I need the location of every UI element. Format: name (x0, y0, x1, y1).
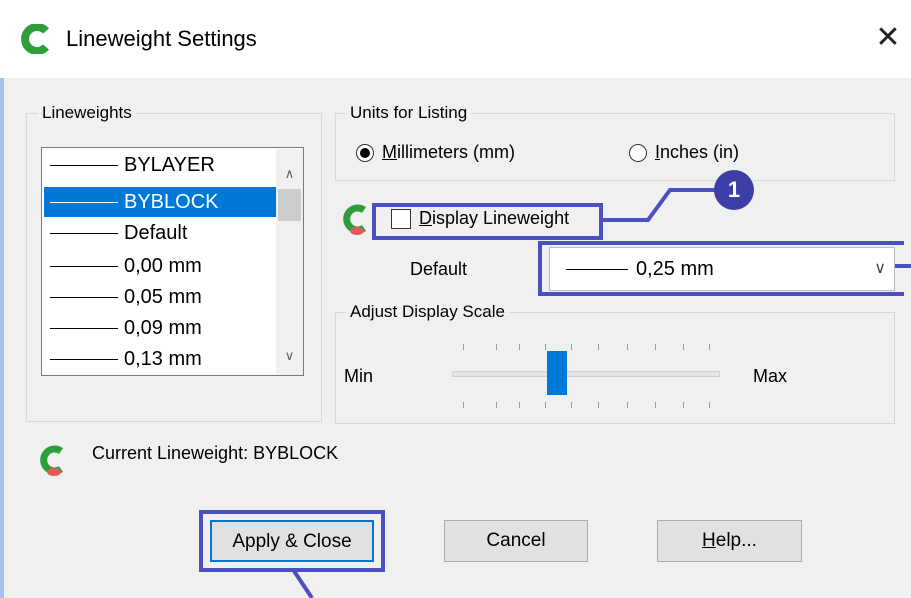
lineweights-legend: Lineweights (38, 103, 136, 123)
annotation-connector-apply (292, 571, 314, 598)
scale-group (335, 312, 895, 424)
list-item[interactable]: 0,00 mm (44, 251, 276, 281)
list-scrollbar[interactable]: ∧ ∨ (276, 149, 303, 375)
list-item[interactable]: BYLAYER (44, 150, 276, 180)
inches-radio[interactable] (629, 144, 647, 162)
slider-tick (683, 402, 684, 408)
cancel-button[interactable]: Cancel (444, 520, 588, 562)
slider-tick (683, 344, 684, 350)
slider-tick (496, 402, 497, 408)
slider-tick (655, 344, 656, 350)
slider-tick (519, 402, 520, 408)
list-item[interactable]: 0,05 mm (44, 282, 276, 312)
slider-tick (709, 402, 710, 408)
scroll-up-icon[interactable]: ∧ (276, 161, 303, 187)
close-icon[interactable]: ✕ (870, 20, 906, 56)
annotation-highlight-apply (199, 510, 385, 572)
units-legend: Units for Listing (346, 103, 472, 123)
list-item[interactable]: 0,13 mm (44, 344, 276, 374)
slider-tick (571, 344, 572, 350)
scale-legend: Adjust Display Scale (346, 302, 509, 322)
window-frame (0, 78, 4, 598)
slider-tick (598, 344, 599, 350)
max-label: Max (753, 366, 788, 386)
default-label: Default (410, 259, 468, 279)
current-lineweight: Current Lineweight: BYBLOCK (92, 443, 339, 463)
millimeters-radio[interactable] (356, 144, 374, 162)
list-item[interactable]: 0,09 mm (44, 313, 276, 343)
app-logo-icon (21, 24, 49, 54)
slider-tick (463, 344, 464, 350)
min-label: Min (344, 366, 374, 386)
list-item[interactable]: Default (44, 218, 276, 248)
scale-slider-thumb[interactable] (547, 351, 567, 395)
slider-tick (463, 402, 464, 408)
slider-tick (496, 344, 497, 350)
help-button[interactable]: Help... (657, 520, 802, 562)
slider-tick (545, 402, 546, 408)
title-bar: Lineweight Settings ✕ (0, 0, 911, 78)
slider-tick (598, 402, 599, 408)
window-title: Lineweight Settings (66, 26, 257, 51)
annotation-highlight-dropdown (538, 241, 904, 296)
slider-tick (627, 344, 628, 350)
lineweight-settings-dialog: Lineweight Settings ✕ Lineweights BYLAYE… (0, 0, 911, 598)
scroll-down-icon[interactable]: ∨ (276, 343, 303, 369)
slider-tick (571, 402, 572, 408)
slider-tick (519, 344, 520, 350)
millimeters-label[interactable]: Millimeters (mm) (382, 142, 515, 163)
scroll-thumb[interactable] (278, 189, 301, 221)
slider-tick (655, 402, 656, 408)
app-status-icon (40, 445, 64, 476)
scale-slider-track[interactable] (452, 371, 720, 377)
slider-tick (545, 344, 546, 350)
annotation-badge: 1 (714, 170, 754, 210)
list-item-selected[interactable]: BYBLOCK (44, 187, 276, 217)
slider-tick (627, 402, 628, 408)
app-status-icon (343, 204, 367, 235)
inches-label[interactable]: Inches (in) (655, 142, 739, 163)
annotation-highlight (372, 203, 603, 240)
slider-tick (709, 344, 710, 350)
lineweight-list[interactable]: BYLAYER BYBLOCK Default 0,00 mm 0,05 mm … (41, 147, 304, 376)
